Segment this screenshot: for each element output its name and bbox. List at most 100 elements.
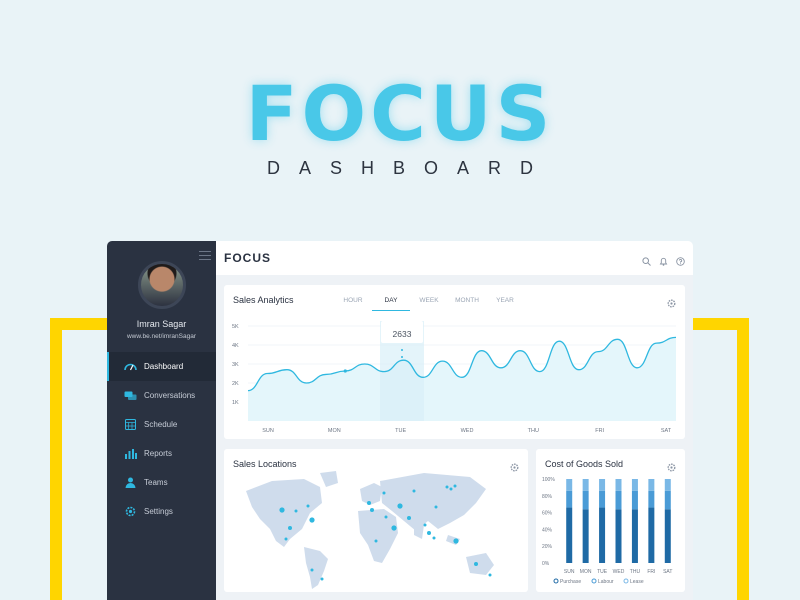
avatar[interactable] [138,261,186,309]
x-tick-label: TUE [597,569,608,575]
bar-purchase [599,507,606,563]
y-tick-label: 80% [542,494,553,500]
bar-labour [599,490,606,508]
help-icon[interactable] [676,253,685,266]
x-tick-label: THU [528,428,539,434]
y-tick-label: 1K [232,400,239,406]
sidebar-item-label: Schedule [144,420,178,429]
sidebar-item-settings[interactable]: Settings [107,497,216,526]
legend-label: Purchase [560,579,581,585]
gear-icon [124,506,137,517]
bar-labour [582,490,589,510]
sidebar: Imran Sagar www.be.net/imranSagar Dashbo… [107,241,216,600]
bar-labour [648,490,655,508]
legend-label: Lease [630,579,644,585]
legend-marker [591,578,597,584]
bar-purchase [631,509,638,563]
bar-chart-icon [124,448,137,459]
bell-icon[interactable] [659,253,668,266]
bar-purchase [664,509,671,563]
bar-lease [566,479,573,491]
sidebar-item-label: Conversations [144,391,196,400]
main-content: FOCUS Sales Analytics HOUR DAY WEEK MONT… [216,241,693,600]
x-tick-label: FRI [647,569,655,575]
legend-label: Labour [598,579,614,585]
y-tick-label: 100% [542,477,555,483]
bar-purchase [615,509,622,563]
y-tick-label: 20% [542,544,553,550]
sidebar-item-schedule[interactable]: Schedule [107,410,216,439]
sidebar-item-label: Settings [144,507,173,516]
decor-yellow-left [50,318,62,600]
sales-analytics-card: Sales Analytics HOUR DAY WEEK MONTH YEAR… [224,285,685,439]
sidebar-item-teams[interactable]: Teams [107,468,216,497]
bar-labour [631,490,638,510]
x-tick-label: SAT [661,428,672,434]
user-icon [124,477,137,488]
y-tick-label: 5K [232,324,239,330]
tooltip-value: 2633 [393,329,412,339]
sales-locations-card: Sales Locations [224,449,528,592]
bar-lease [664,479,671,491]
sidebar-nav: Dashboard Conversations Schedule Reports… [107,352,216,526]
cost-bar-chart: 100% 80% 60% 40% 20% 0% SUN MON TUE WED THU FRI SAT P… [542,477,672,585]
x-tick-label: WED [461,428,474,434]
y-tick-label: 2K [232,381,239,387]
top-actions [642,253,685,266]
user-url[interactable]: www.be.net/imranSagar [107,333,216,340]
x-tick-label: THU [630,569,641,575]
x-tick-label: MON [328,428,341,434]
x-tick-label: SAT [663,569,672,575]
speedometer-icon [124,362,137,372]
hover-marker [401,349,403,351]
sidebar-item-label: Teams [144,478,168,487]
decor-yellow-right [737,318,749,600]
sidebar-item-label: Reports [144,449,173,458]
sidebar-item-dashboard[interactable]: Dashboard [107,352,216,381]
chat-icon [124,391,137,401]
bar-lease [631,479,638,491]
bar-lease [599,479,606,491]
hero-title: FOCUS [245,69,555,158]
y-tick-label: 40% [542,527,553,533]
y-tick-label: 0% [542,561,550,567]
brand-logo[interactable]: FOCUS [224,251,271,265]
hover-marker [401,356,403,358]
x-tick-label: WED [613,569,625,575]
bar-purchase [582,509,589,563]
bar-labour [615,490,622,510]
line-area [248,337,676,421]
y-tick-label: 4K [232,343,239,349]
x-tick-label: SUN [564,569,575,575]
bar-purchase [648,507,655,563]
sidebar-item-label: Dashboard [144,362,184,371]
legend-marker [553,578,559,584]
x-tick-label: TUE [395,428,406,434]
decor-yellow-left-top [50,318,110,330]
bar-lease [648,479,655,491]
bar-labour [566,490,573,508]
top-bar: FOCUS [216,241,693,275]
bar-lease [582,479,589,491]
x-tick-label: SUN [262,428,274,434]
x-tick-label: MON [580,569,592,575]
decor-yellow-right-top [690,318,749,330]
user-name[interactable]: Imran Sagar [107,319,216,329]
y-tick-label: 3K [232,362,239,368]
bar-purchase [566,507,573,563]
calendar-icon [124,419,137,430]
sidebar-item-conversations[interactable]: Conversations [107,381,216,410]
bar-labour [664,490,671,510]
hover-point [343,369,347,373]
hero-subtitle: DASHBOARD [266,158,553,178]
cost-of-goods-card: Cost of Goods Sold 100% 80% 60% 40% 20% 0% SUN… [536,449,685,592]
sidebar-item-reports[interactable]: Reports [107,439,216,468]
sales-line-chart: 5K 4K 3K 2K 1K 2633 SUN MON TUE WED THU FRI SAT [232,321,677,434]
y-tick-label: 60% [542,511,553,517]
menu-icon[interactable] [199,251,211,261]
legend-marker [623,578,629,584]
search-icon[interactable] [642,253,651,266]
bar-lease [615,479,622,491]
brand-text: FOCUS [224,251,271,265]
world-map [246,471,494,589]
